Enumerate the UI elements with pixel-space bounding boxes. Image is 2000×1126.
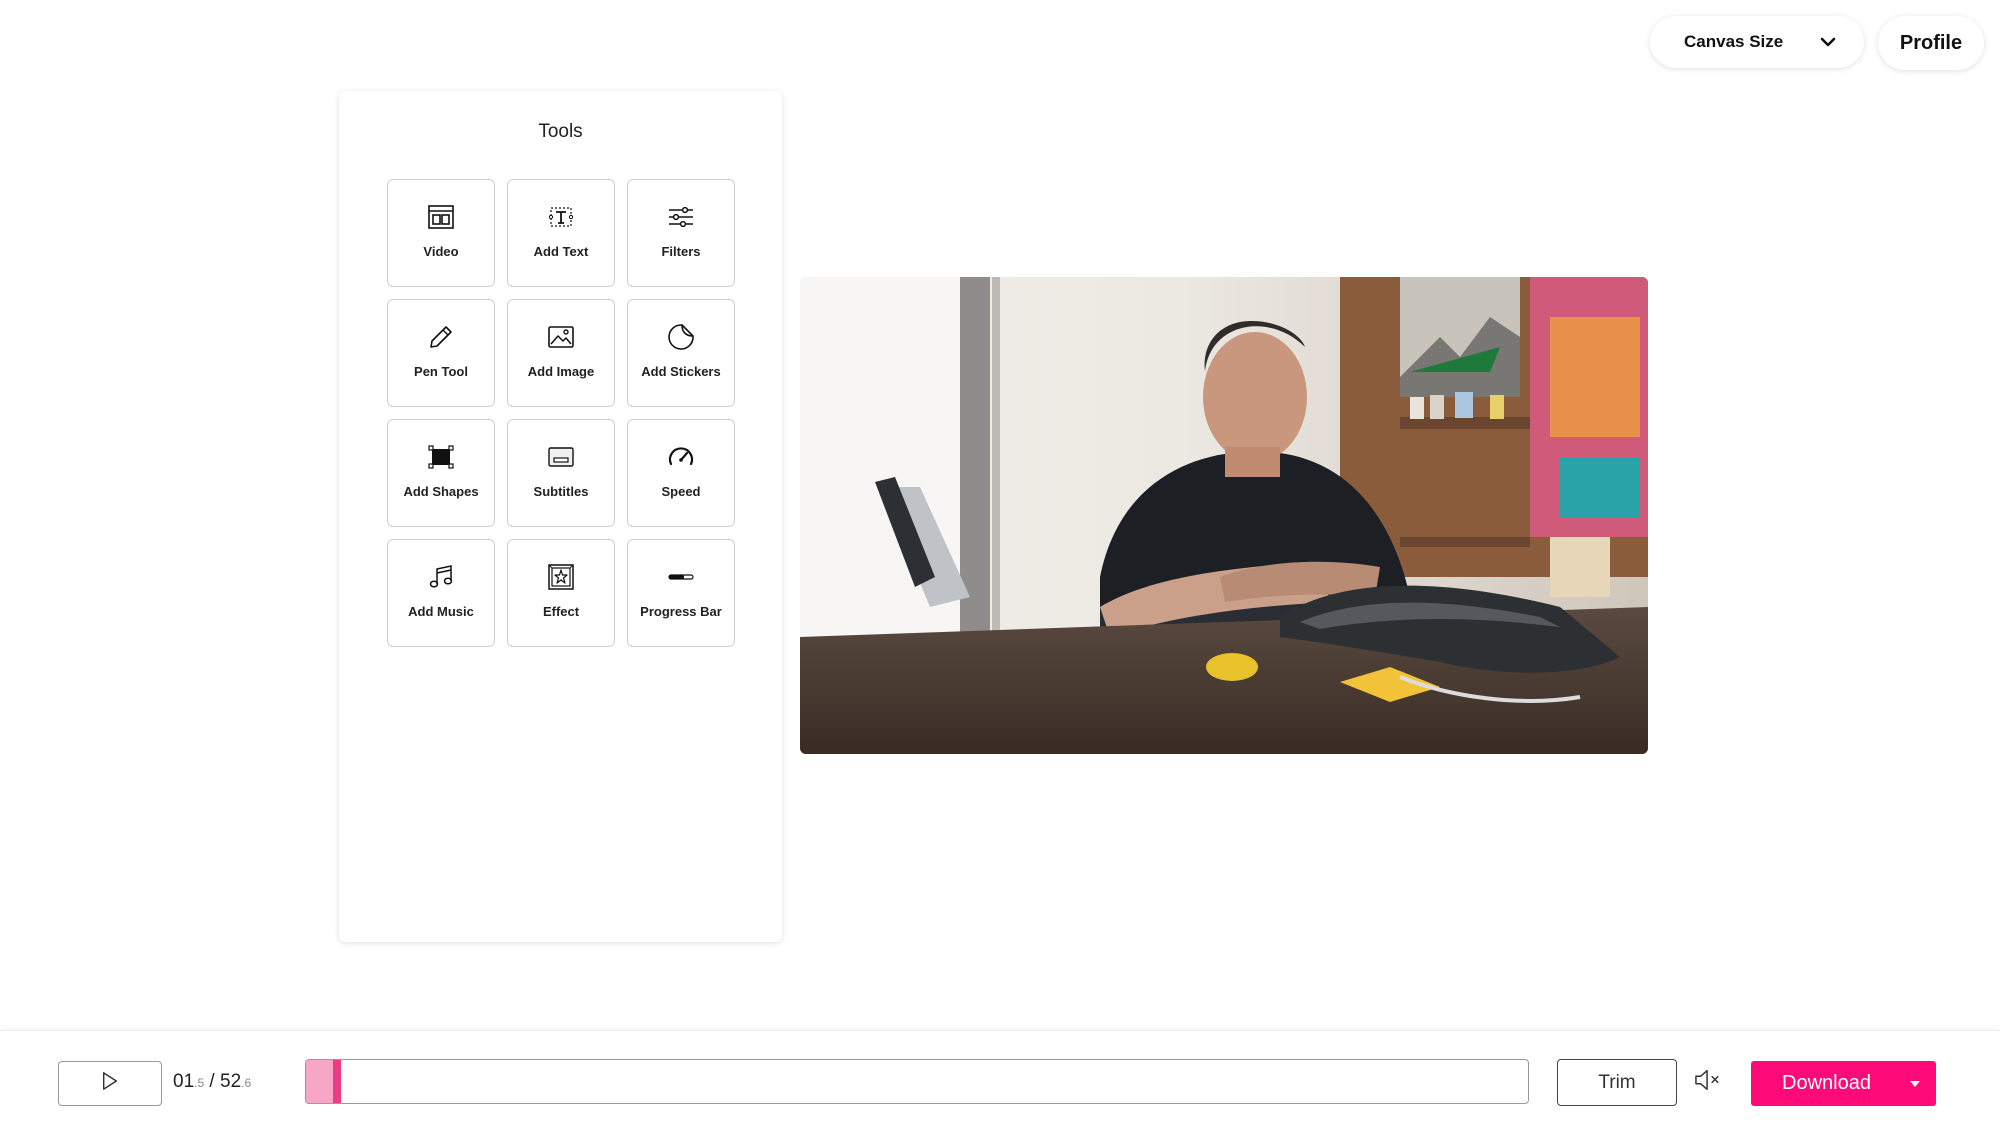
tool-add-image[interactable]: Add Image (507, 299, 615, 407)
tool-progress-bar[interactable]: Progress Bar (627, 539, 735, 647)
music-note-icon (426, 562, 456, 592)
tool-label: Pen Tool (414, 364, 468, 379)
tool-label: Video (423, 244, 459, 259)
tool-add-shapes[interactable]: Add Shapes (387, 419, 495, 527)
shape-icon (426, 442, 456, 472)
tool-label: Add Music (408, 604, 474, 619)
text-icon (546, 202, 576, 232)
tool-label: Effect (542, 604, 580, 619)
trim-button[interactable]: Trim (1557, 1059, 1677, 1106)
download-button[interactable]: Download (1751, 1061, 1894, 1106)
tool-label: Filters (661, 244, 701, 259)
image-icon (546, 322, 576, 352)
sticker-icon (666, 322, 696, 352)
tool-video[interactable]: Video (387, 179, 495, 287)
tool-add-music[interactable]: Add Music (387, 539, 495, 647)
tool-add-stickers[interactable]: Add Stickers (627, 299, 735, 407)
current-time: 01 (173, 1071, 195, 1092)
tools-title: Tools (538, 121, 583, 142)
time-separator: / (204, 1071, 220, 1092)
tool-add-text[interactable]: Add Text (507, 179, 615, 287)
tool-label: Progress Bar (640, 604, 722, 619)
tool-label: Speed (661, 484, 701, 499)
download-button-group: Download (1751, 1061, 1936, 1106)
playback-bar: 01.5 / 52.6 Trim Download (0, 1030, 2000, 1126)
tool-pen[interactable]: Pen Tool (387, 299, 495, 407)
progress-bar-icon (666, 562, 696, 592)
video-preview[interactable] (800, 277, 1648, 754)
chevron-down-icon (1818, 32, 1838, 52)
tool-filters[interactable]: Filters (627, 179, 735, 287)
video-frame-image (800, 277, 1648, 754)
download-options-button[interactable] (1894, 1061, 1936, 1106)
tool-label: Add Shapes (403, 484, 479, 499)
caret-down-icon (1909, 1075, 1921, 1093)
tool-speed[interactable]: Speed (627, 419, 735, 527)
tool-effect[interactable]: Effect (507, 539, 615, 647)
canvas-size-dropdown[interactable]: Canvas Size (1650, 16, 1864, 68)
pen-icon (426, 322, 456, 352)
tool-label: Add Image (527, 364, 595, 379)
profile-button[interactable]: Profile (1878, 16, 1984, 70)
canvas-size-label: Canvas Size (1684, 32, 1784, 51)
effect-icon (546, 562, 576, 592)
timeline-scrubber[interactable] (305, 1059, 1529, 1104)
sliders-icon (666, 202, 696, 232)
timeline-playhead[interactable] (333, 1060, 342, 1103)
play-button[interactable] (58, 1061, 162, 1106)
time-display: 01.5 / 52.6 (173, 1071, 251, 1093)
subtitles-icon (546, 442, 576, 472)
current-time-fraction: .5 (194, 1076, 205, 1090)
volume-muted-icon (1693, 1067, 1723, 1098)
play-icon (101, 1071, 119, 1096)
tool-label: Add Text (533, 244, 589, 259)
mute-button[interactable] (1692, 1067, 1724, 1097)
tool-grid: Video Add Text Filters Pen Tool Add Imag (387, 179, 735, 647)
tool-label: Subtitles (533, 484, 589, 499)
total-time: 52 (220, 1071, 242, 1092)
tools-panel: Tools Video Add Text Filters Pen Tool Ad… (339, 91, 782, 942)
tool-label: Add Stickers (641, 364, 721, 379)
tool-subtitles[interactable]: Subtitles (507, 419, 615, 527)
video-layout-icon (426, 202, 456, 232)
total-time-fraction: .6 (241, 1076, 252, 1090)
speedometer-icon (666, 442, 696, 472)
